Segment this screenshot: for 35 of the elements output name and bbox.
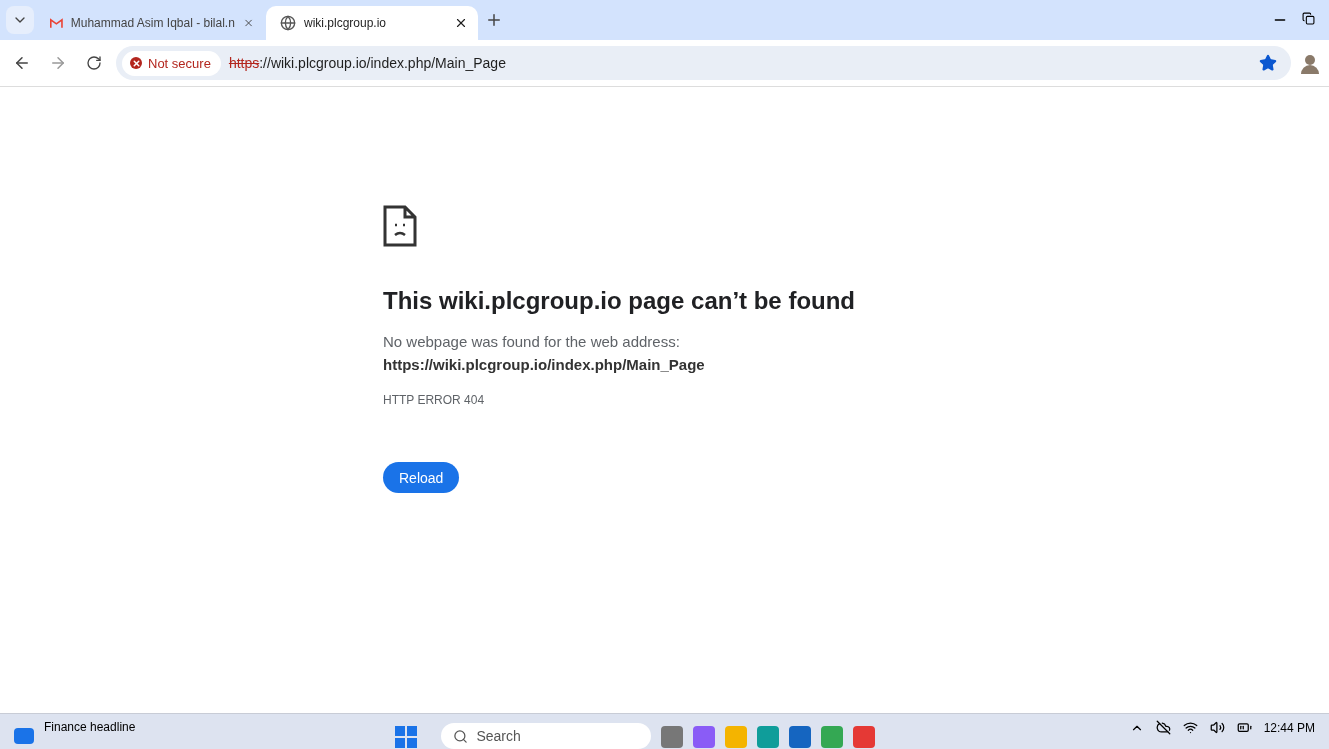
app-icon[interactable] bbox=[853, 726, 876, 748]
search-icon bbox=[453, 728, 469, 744]
browser-tab[interactable]: Muhammad Asim Iqbal - bilal.n bbox=[36, 6, 264, 40]
browser-tab[interactable]: wiki.plcgroup.io bbox=[266, 6, 478, 40]
reload-button[interactable]: Reload bbox=[383, 462, 460, 493]
close-icon[interactable] bbox=[454, 16, 468, 30]
address-bar[interactable]: Not secure https://wiki.plcgroup.io/index.php/Main_Page bbox=[116, 46, 1291, 80]
security-label: Not secure bbox=[148, 55, 211, 71]
sad-document-icon bbox=[383, 205, 417, 247]
tab-search-button[interactable] bbox=[6, 6, 34, 34]
restore-icon[interactable] bbox=[1302, 12, 1315, 25]
wifi-icon[interactable] bbox=[1182, 720, 1198, 735]
reload-icon bbox=[86, 55, 102, 71]
avatar-icon[interactable] bbox=[1299, 52, 1321, 74]
error-icon bbox=[130, 57, 142, 69]
error-heading: This wiki.plcgroup.io page can’t be found bbox=[383, 287, 856, 315]
widget-headline: Finance headline bbox=[44, 720, 136, 734]
plus-icon bbox=[485, 11, 503, 29]
arrow-right-icon bbox=[49, 54, 67, 72]
volume-icon[interactable] bbox=[1209, 720, 1225, 735]
battery-icon[interactable] bbox=[1236, 720, 1252, 735]
start-icon[interactable] bbox=[395, 726, 418, 748]
cloud-off-icon[interactable] bbox=[1155, 720, 1171, 735]
url-text: https://wiki.plcgroup.io/index.php/Main_Page bbox=[228, 55, 506, 71]
app-icon[interactable] bbox=[693, 726, 716, 748]
app-icon[interactable] bbox=[661, 726, 684, 748]
taskbar-search-field[interactable]: Search bbox=[441, 723, 652, 749]
error-message: No webpage was found for the web address: bbox=[383, 333, 680, 350]
security-chip[interactable]: Not secure bbox=[122, 50, 221, 76]
error-url: https://wiki.plcgroup.io/index.php/Main_Page bbox=[383, 356, 705, 373]
mail-icon bbox=[50, 17, 63, 29]
clock-time[interactable]: 12:44 PM bbox=[1263, 720, 1315, 735]
error-code: HTTP ERROR 404 bbox=[383, 393, 485, 407]
globe-icon bbox=[280, 15, 296, 31]
bookmark-star-icon[interactable] bbox=[1259, 54, 1277, 72]
